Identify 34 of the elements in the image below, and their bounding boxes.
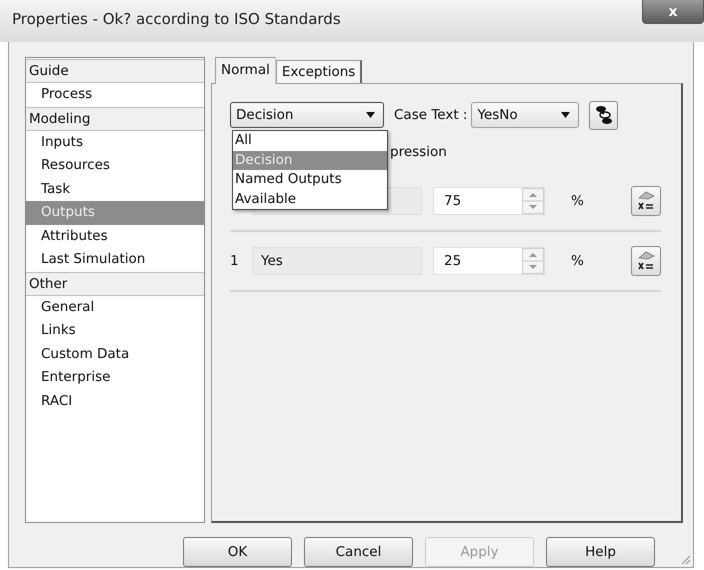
shapes-button[interactable]	[589, 100, 618, 130]
formula-button[interactable]	[631, 186, 661, 216]
case-text-label: Case Text :	[394, 107, 468, 123]
tab[interactable]: Normal	[215, 57, 276, 84]
caret-icon	[366, 112, 375, 118]
dialog-button[interactable]: OK	[183, 537, 292, 567]
case-text-dropdown[interactable]: YesNo	[471, 102, 580, 128]
type-dropdown[interactable]: Decision	[230, 102, 384, 128]
dialog-button[interactable]: Cancel	[304, 537, 413, 567]
expression-label: pression	[390, 144, 447, 160]
close-button[interactable]: x	[642, 0, 704, 24]
spinner-icon	[522, 248, 544, 274]
resize-grip-icon	[679, 553, 691, 565]
formula-icon	[636, 250, 656, 272]
dropdown-option[interactable]: Available	[233, 190, 387, 209]
sidebar-group-header: Modeling	[26, 106, 204, 130]
dropdown-option[interactable]: All	[233, 131, 387, 150]
percent-field[interactable]: 75	[433, 187, 545, 215]
unit-label: %	[571, 253, 585, 269]
sidebar-group-header: Other	[26, 272, 204, 296]
dialog-button[interactable]: Help	[546, 537, 655, 567]
sidebar-group-header: Guide	[26, 59, 204, 83]
stacked-shapes-icon	[594, 105, 613, 125]
row-index: 1	[230, 253, 239, 269]
dropdown-option[interactable]: Named Outputs	[233, 170, 387, 190]
caret-icon	[561, 112, 570, 118]
spinner-icon	[522, 188, 544, 214]
formula-button[interactable]	[631, 246, 661, 276]
name-field[interactable]: Yes	[252, 247, 422, 275]
percent-field[interactable]: 25	[433, 247, 545, 275]
tab[interactable]: Exceptions	[276, 60, 362, 83]
unit-label: %	[571, 193, 585, 209]
window-title: Properties - Ok? according to ISO Standards	[12, 10, 341, 28]
formula-icon	[636, 190, 656, 212]
